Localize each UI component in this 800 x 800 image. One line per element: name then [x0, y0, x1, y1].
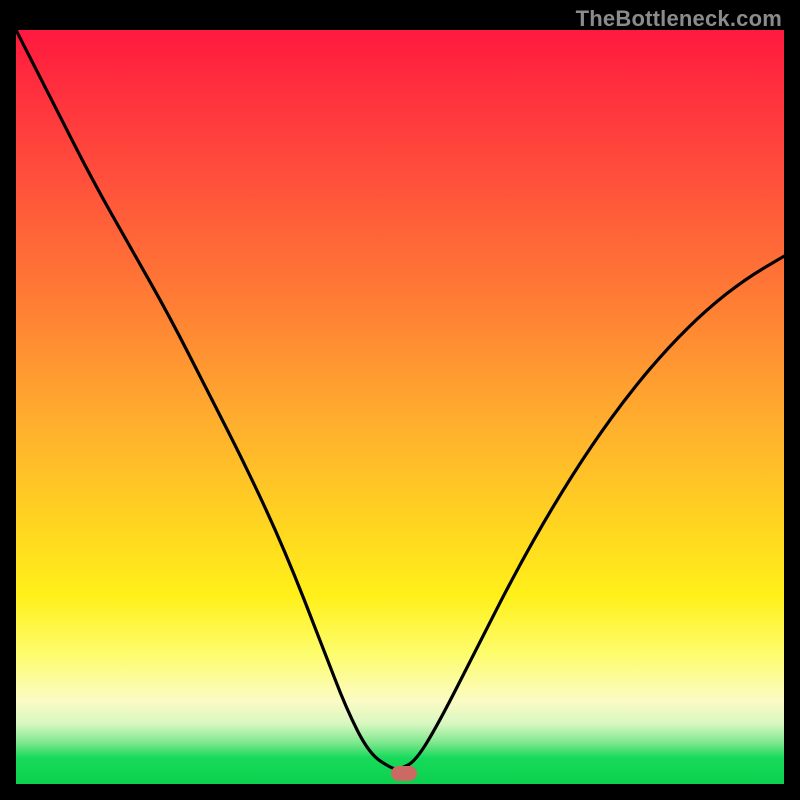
watermark-text: TheBottleneck.com [576, 6, 782, 32]
optimal-marker [391, 766, 417, 781]
plot-area [16, 30, 784, 784]
bottleneck-curve [16, 30, 784, 784]
chart-frame: TheBottleneck.com [0, 0, 800, 800]
